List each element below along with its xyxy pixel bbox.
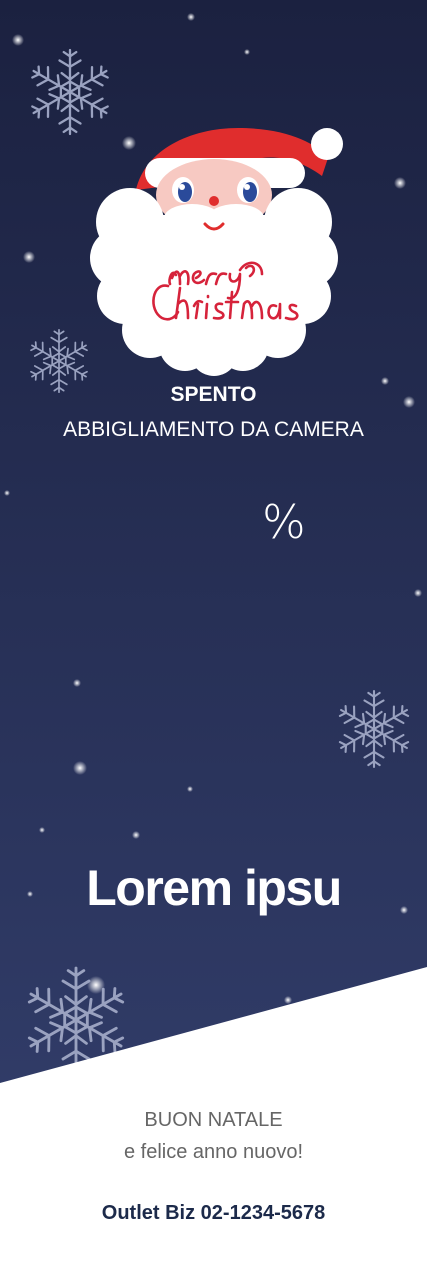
promo-title: SPENTO	[170, 383, 257, 406]
greeting-line-2: e felice anno nuovo!	[123, 1141, 304, 1163]
store-contact: Outlet Biz 02-1234-5678	[101, 1202, 326, 1224]
christmas-banner: SPENTO ABBIGLIAMENTO DA CAMERA % Lorem i…	[0, 0, 427, 1280]
headline: Lorem ipsu	[86, 860, 342, 916]
greeting-line-1: BUON NATALE	[144, 1109, 283, 1131]
promo-subtitle: ABBIGLIAMENTO DA CAMERA	[63, 418, 364, 441]
banner-background	[0, 0, 427, 1280]
discount-percent: %	[262, 495, 306, 549]
